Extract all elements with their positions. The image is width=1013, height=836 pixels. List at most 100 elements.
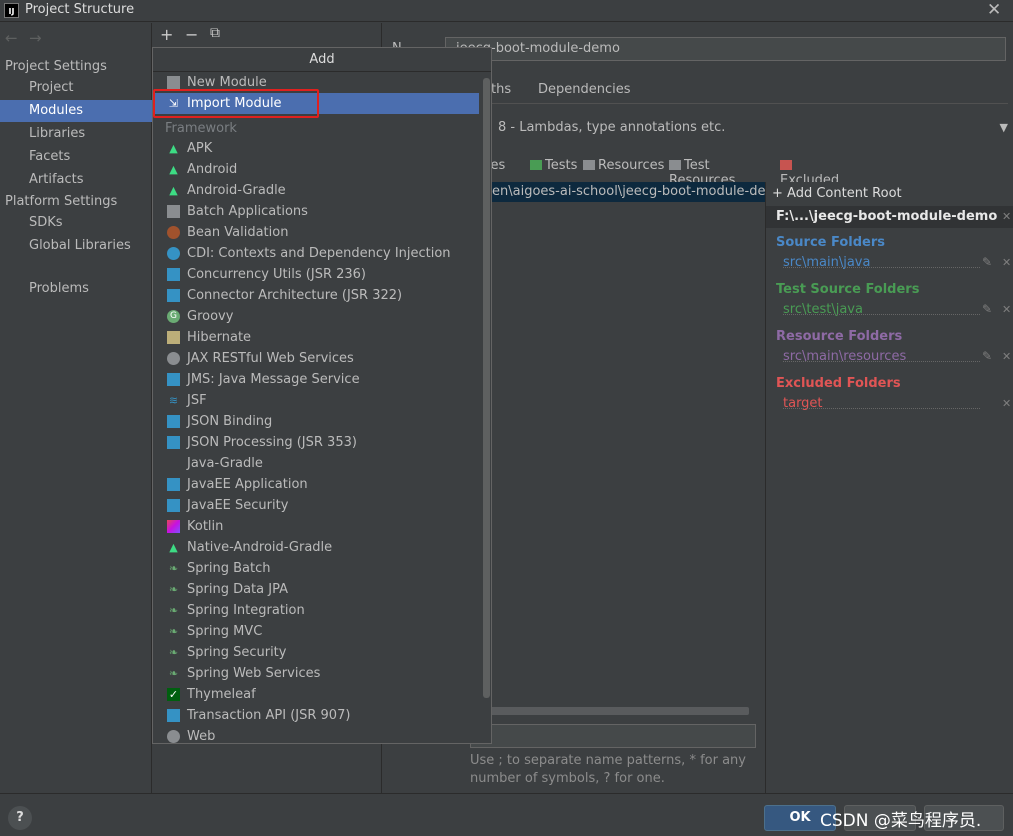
menu-item-framework[interactable]: JSON Processing (JSR 353) — [153, 432, 479, 453]
project-settings-header: Project Settings — [5, 59, 107, 74]
menu-item-framework[interactable]: Hibernate — [153, 327, 479, 348]
menu-item-framework[interactable]: JAX RESTful Web Services — [153, 348, 479, 369]
help-icon[interactable]: ? — [8, 806, 32, 830]
spring-icon: ❧ — [168, 625, 179, 638]
watermark: CSDN @菜鸟程序员. — [820, 811, 982, 831]
remove-source-icon[interactable]: ✕ — [1002, 256, 1011, 269]
module-icon — [167, 499, 180, 512]
sidebar-item-modules[interactable]: Modules — [0, 100, 152, 122]
spring-icon: ❧ — [168, 583, 179, 596]
menu-item-framework[interactable]: ❧ Spring Web Services — [153, 663, 479, 684]
language-level-select[interactable]: 8 - Lambdas, type annotations etc. ▼ — [488, 116, 1008, 140]
sidebar-item-project[interactable]: Project — [0, 77, 152, 99]
exclude-pattern-field[interactable] — [470, 724, 756, 748]
framework-label: Concurrency Utils (JSR 236) — [187, 267, 366, 282]
menu-item-framework[interactable]: Kotlin — [153, 516, 479, 537]
framework-label: Spring Web Services — [187, 666, 321, 681]
framework-label: Java-Gradle — [187, 456, 263, 471]
sidebar-item-global-libraries[interactable]: Global Libraries — [0, 235, 152, 257]
module-icon — [167, 373, 180, 386]
menu-item-framework[interactable]: JSON Binding — [153, 411, 479, 432]
folder-icon — [167, 205, 180, 218]
add-content-root-button[interactable]: + Add Content Root — [772, 186, 902, 201]
test-resources-folder-icon — [669, 160, 681, 170]
menu-item-framework[interactable]: Connector Architecture (JSR 322) — [153, 285, 479, 306]
menu-item-framework[interactable]: Java-Gradle — [153, 453, 479, 474]
module-icon — [167, 289, 180, 302]
menu-item-framework[interactable]: ❧ Spring Security — [153, 642, 479, 663]
add-popup-menu: Add New Module ⇲ Import Module Framework… — [152, 47, 492, 744]
menu-item-framework[interactable]: Transaction API (JSR 907) — [153, 705, 479, 726]
android-icon: ▲ — [169, 163, 178, 176]
sidebar-item-problems[interactable]: Problems — [0, 278, 152, 300]
sidebar-item-sdks[interactable]: SDKs — [0, 212, 152, 234]
cdi-icon — [167, 247, 180, 260]
sidebar-item-artifacts[interactable]: Artifacts — [0, 169, 152, 191]
edit-pencil-icon[interactable]: ✎ — [982, 255, 992, 269]
menu-item-framework[interactable]: ❧ Spring Integration — [153, 600, 479, 621]
module-icon — [167, 709, 180, 722]
forward-arrow-icon[interactable]: → — [29, 29, 42, 47]
menu-item-framework[interactable]: ▲ Android — [153, 159, 479, 180]
horizontal-scrollbar[interactable] — [470, 707, 749, 715]
menu-item-framework[interactable]: ▲ Native-Android-Gradle — [153, 537, 479, 558]
menu-item-framework[interactable]: ▲ APK — [153, 138, 479, 159]
android-icon: ▲ — [169, 184, 178, 197]
add-icon[interactable]: + — [160, 25, 173, 44]
mark-tests-button[interactable]: Tests — [530, 158, 577, 173]
menu-item-framework[interactable]: ❧ Spring MVC — [153, 621, 479, 642]
remove-content-root-icon[interactable]: ✕ — [1002, 210, 1011, 223]
blank-icon — [167, 457, 180, 470]
edit-pencil-icon[interactable]: ✎ — [982, 302, 992, 316]
tab-dependencies[interactable]: Dependencies — [538, 82, 631, 97]
framework-label: JSON Binding — [187, 414, 273, 429]
menu-item-framework[interactable]: Batch Applications — [153, 201, 479, 222]
menu-item-framework[interactable]: ▲ Android-Gradle — [153, 180, 479, 201]
framework-label: JavaEE Application — [187, 477, 308, 492]
framework-label: Web — [187, 729, 216, 744]
menu-item-framework[interactable]: ≋ JSF — [153, 390, 479, 411]
tab-paths[interactable]: ths — [491, 82, 511, 97]
framework-label: JAX RESTful Web Services — [187, 351, 354, 366]
module-icon — [167, 268, 180, 281]
excluded-folders-title: Excluded Folders — [776, 376, 901, 391]
remove-icon[interactable]: − — [185, 25, 198, 44]
copy-icon[interactable]: ⧉ — [210, 25, 220, 41]
framework-label: Spring Integration — [187, 603, 305, 618]
sidebar-item-libraries[interactable]: Libraries — [0, 123, 152, 145]
menu-item-framework[interactable]: Bean Validation — [153, 222, 479, 243]
menu-item-framework[interactable]: CDI: Contexts and Dependency Injection — [153, 243, 479, 264]
sidebar-item-facets[interactable]: Facets — [0, 146, 152, 168]
framework-group-label: Framework — [165, 121, 237, 136]
menu-item-framework[interactable]: ✓ Thymeleaf — [153, 684, 479, 705]
content-tree-row[interactable]: en\aigoes-ai-school\jeecg-boot-module-de… — [470, 182, 765, 202]
divider — [783, 408, 980, 409]
module-icon — [167, 436, 180, 449]
web-icon — [167, 730, 180, 743]
menu-item-framework[interactable]: Concurrency Utils (JSR 236) — [153, 264, 479, 285]
mark-resources-button[interactable]: Resources — [583, 158, 664, 173]
menu-item-framework[interactable]: JavaEE Security — [153, 495, 479, 516]
menu-item-framework[interactable]: ❧ Spring Data JPA — [153, 579, 479, 600]
menu-item-framework[interactable]: Web — [153, 726, 479, 747]
remove-resource-icon[interactable]: ✕ — [1002, 350, 1011, 363]
framework-label: Spring Security — [187, 645, 287, 660]
hibernate-icon — [167, 331, 180, 344]
remove-excluded-icon[interactable]: ✕ — [1002, 397, 1011, 410]
menu-item-framework[interactable]: JMS: Java Message Service — [153, 369, 479, 390]
android-icon: ▲ — [169, 142, 178, 155]
framework-label: Android-Gradle — [187, 183, 286, 198]
framework-label: JMS: Java Message Service — [187, 372, 360, 387]
menu-item-framework[interactable]: JavaEE Application — [153, 474, 479, 495]
edit-pencil-icon[interactable]: ✎ — [982, 349, 992, 363]
framework-label: CDI: Contexts and Dependency Injection — [187, 246, 451, 261]
menu-item-framework[interactable]: G Groovy — [153, 306, 479, 327]
popup-scrollbar[interactable] — [483, 78, 490, 698]
back-arrow-icon[interactable]: ← — [5, 29, 18, 47]
resources-folder-icon — [583, 160, 595, 170]
folder-icon — [167, 76, 180, 89]
remove-test-source-icon[interactable]: ✕ — [1002, 303, 1011, 316]
menu-item-framework[interactable]: ❧ Spring Batch — [153, 558, 479, 579]
close-icon[interactable]: ✕ — [987, 0, 1001, 20]
module-name-field[interactable]: jeecg-boot-module-demo — [445, 37, 1006, 61]
